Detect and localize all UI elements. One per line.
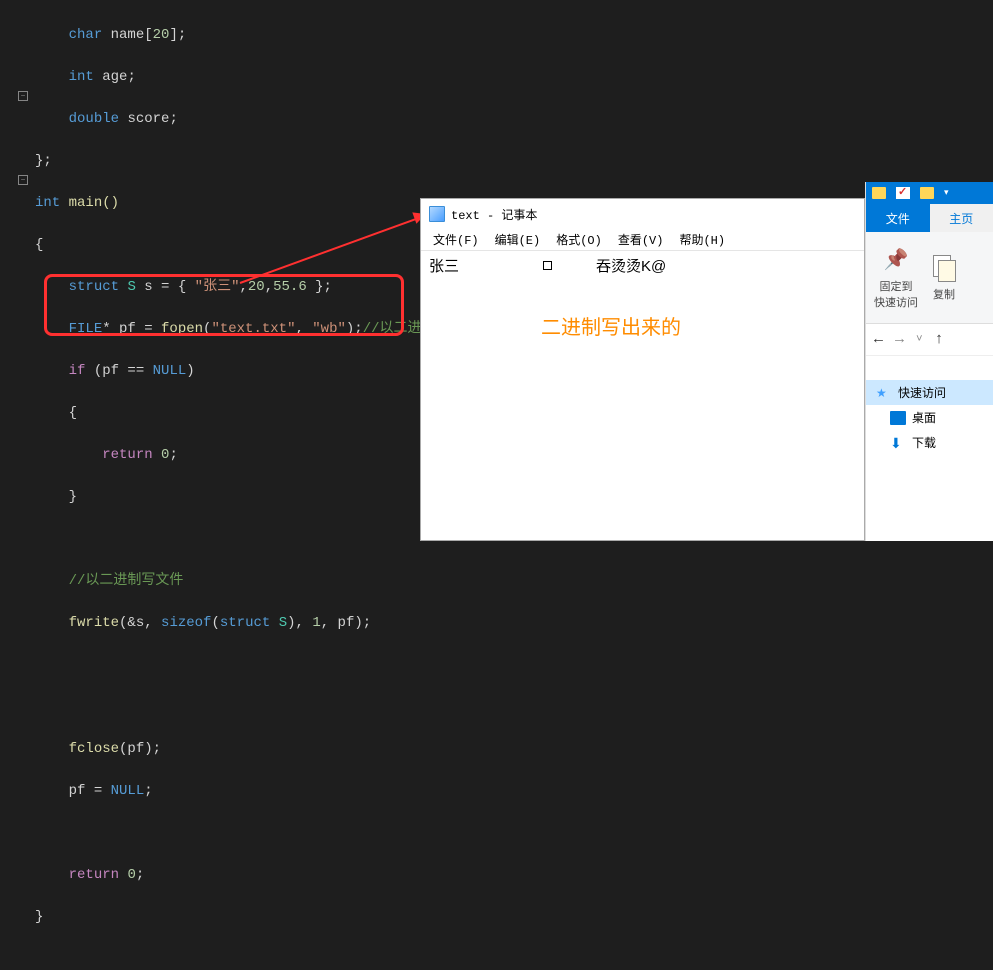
explorer-tree: 快速访问 桌面 下载 (866, 376, 993, 459)
notepad-window: text - 记事本 文件(F) 编辑(E) 格式(O) 查看(V) 帮助(H)… (420, 198, 865, 541)
pin-quick-access-button[interactable]: 固定到 快速访问 (870, 238, 922, 317)
pin-icon (882, 246, 910, 274)
notepad-menubar: 文件(F) 编辑(E) 格式(O) 查看(V) 帮助(H) (421, 229, 864, 251)
desktop-icon (890, 411, 906, 425)
menu-view[interactable]: 查看(V) (610, 229, 672, 250)
code-content[interactable]: char name[20]; int age; double score; };… (0, 4, 420, 970)
downloads-label: 下载 (912, 434, 936, 451)
file-explorer: ▾ 文件 主页 固定到 快速访问 复制 ← → ˅ ↑ 快速访问 桌面 (865, 182, 993, 541)
nav-up-button[interactable]: ↑ (935, 331, 944, 348)
chevron-down-icon[interactable]: ▾ (944, 188, 949, 198)
fold-indicator[interactable]: − (18, 91, 28, 101)
menu-edit[interactable]: 编辑(E) (487, 229, 549, 250)
download-icon (890, 436, 906, 450)
code-editor[interactable]: − − char name[20]; int age; double score… (0, 0, 420, 541)
menu-help[interactable]: 帮助(H) (671, 229, 733, 250)
explorer-titlebar[interactable]: ▾ (866, 182, 993, 204)
null-char-icon (543, 261, 552, 270)
fold-indicator[interactable]: − (18, 175, 28, 185)
tab-home[interactable]: 主页 (930, 204, 993, 232)
menu-format[interactable]: 格式(O) (548, 229, 610, 250)
desktop-label: 桌面 (912, 409, 936, 426)
nav-back-button[interactable]: ← (874, 331, 883, 348)
tree-quick-access[interactable]: 快速访问 (866, 380, 993, 405)
explorer-nav-toolbar: ← → ˅ ↑ (866, 324, 993, 356)
nav-forward-button[interactable]: → (895, 331, 904, 348)
check-icon (896, 187, 910, 199)
notepad-text-area[interactable]: 张三 吞烫烫K@ (421, 251, 864, 280)
notepad-titlebar[interactable]: text - 记事本 (421, 199, 864, 229)
tree-desktop[interactable]: 桌面 (866, 405, 993, 430)
quick-access-label: 快速访问 (898, 384, 946, 401)
nav-recent-button[interactable]: ˅ (916, 334, 923, 346)
copy-button[interactable]: 复制 (926, 238, 962, 317)
notepad-app-icon (429, 206, 445, 222)
explorer-ribbon: 固定到 快速访问 复制 (866, 232, 993, 324)
pin-label-2: 快速访问 (874, 294, 918, 310)
folder-icon (920, 187, 934, 199)
notepad-title-text: text - 记事本 (451, 206, 537, 223)
copy-label: 复制 (933, 286, 955, 302)
editor-gutter: − − (0, 0, 30, 541)
star-icon (876, 386, 892, 400)
file-content-garbled: 吞烫烫K@ (596, 255, 666, 276)
tree-downloads[interactable]: 下载 (866, 430, 993, 455)
file-content-name: 张三 (429, 255, 459, 276)
tab-file[interactable]: 文件 (866, 204, 930, 232)
menu-file[interactable]: 文件(F) (425, 229, 487, 250)
pin-label-1: 固定到 (874, 278, 918, 294)
copy-icon (933, 255, 955, 281)
binary-annotation: 二进制写出来的 (541, 311, 681, 340)
explorer-ribbon-tabs: 文件 主页 (866, 204, 993, 232)
folder-icon (872, 187, 886, 199)
